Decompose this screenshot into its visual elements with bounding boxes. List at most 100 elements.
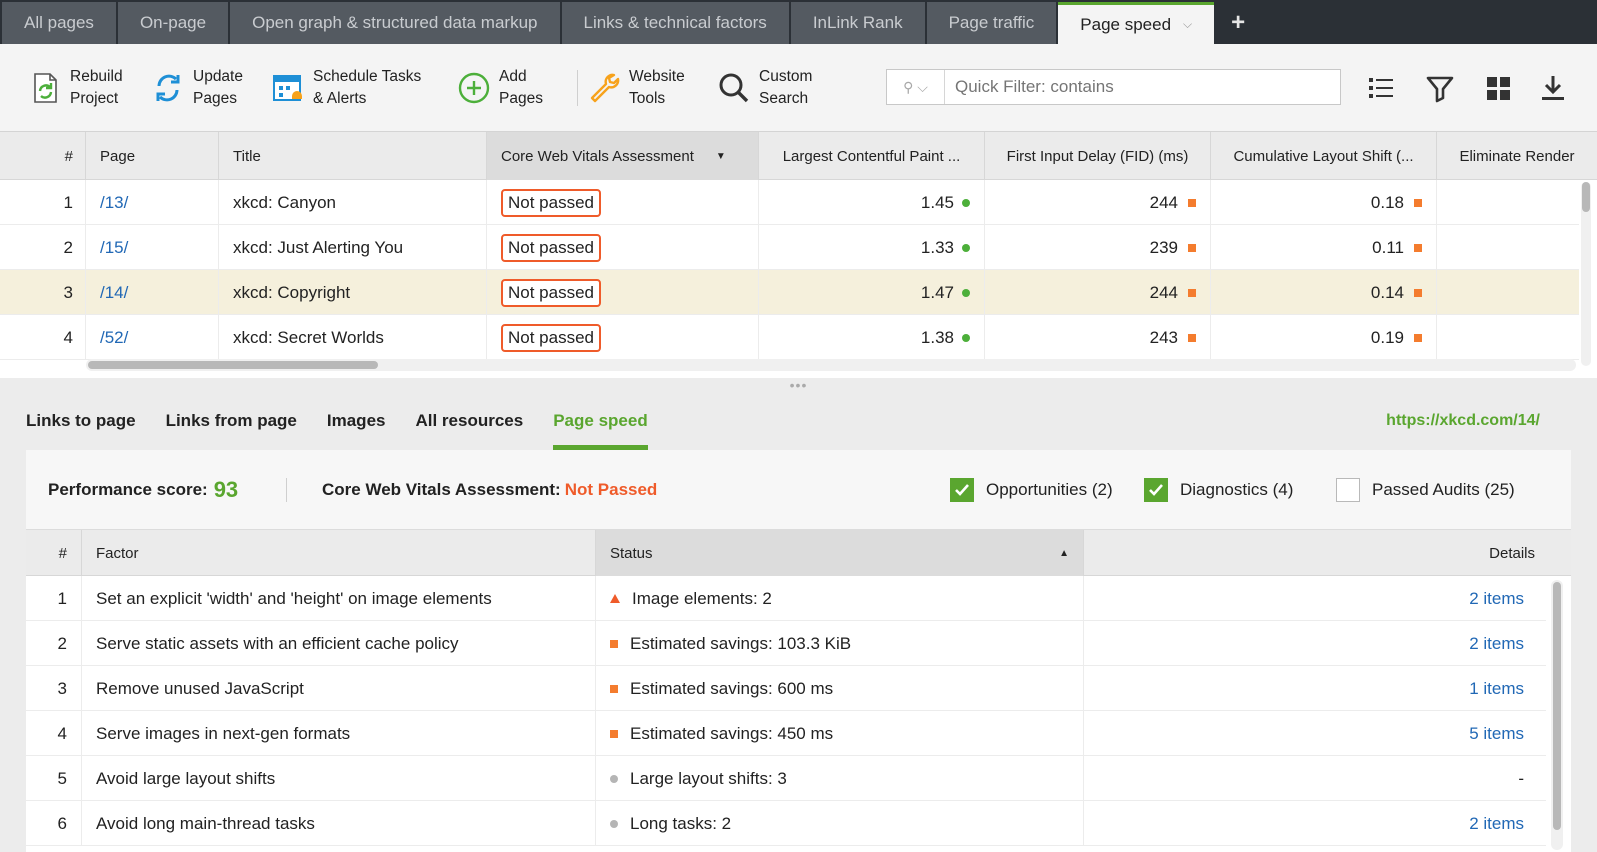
- page-url-link[interactable]: https://xkcd.com/14/: [1386, 392, 1540, 450]
- tab-links-from-page[interactable]: Links from page: [166, 392, 297, 450]
- cls-cell: 0.19: [1211, 315, 1437, 360]
- good-dot-icon: [962, 198, 970, 207]
- table-row[interactable]: 4 Serve images in next-gen formats Estim…: [26, 711, 1546, 756]
- scrollbar-thumb[interactable]: [88, 361, 378, 369]
- tab-links-technical[interactable]: Links & technical factors: [561, 2, 789, 44]
- col-factor[interactable]: Factor: [82, 530, 596, 576]
- col-fid[interactable]: First Input Delay (FID) (ms): [985, 132, 1211, 180]
- details-tabs: Links to page Links from page Images All…: [26, 392, 678, 450]
- cwv-cell: Not passed: [487, 270, 759, 315]
- scrollbar-thumb[interactable]: [1582, 182, 1590, 212]
- tab-label: Page traffic: [948, 13, 1035, 32]
- col-cwv[interactable]: Core Web Vitals Assessment ▼: [487, 132, 759, 180]
- cwv-assessment: Core Web Vitals Assessment: Not Passed: [322, 450, 657, 530]
- warning-square-icon: [1414, 243, 1422, 252]
- tab-page-speed-details[interactable]: Page speed: [553, 392, 648, 450]
- page-title-cell: xkcd: Copyright: [219, 270, 487, 315]
- col-status[interactable]: Status ▲: [596, 530, 1084, 576]
- refresh-icon: [156, 74, 180, 102]
- cwv-cell: Not passed: [487, 180, 759, 225]
- lcp-value: 1.47: [920, 282, 954, 302]
- details-empty: -: [1518, 768, 1524, 788]
- page-link[interactable]: /52/: [86, 315, 219, 360]
- details-link[interactable]: 5 items: [1084, 711, 1546, 756]
- col-page[interactable]: Page: [86, 132, 219, 180]
- tab-images[interactable]: Images: [327, 392, 386, 450]
- tab-all-pages[interactable]: All pages: [2, 2, 116, 44]
- status-text: Estimated savings: 103.3 KiB: [630, 633, 852, 653]
- table-row[interactable]: 1 Set an explicit 'width' and 'height' o…: [26, 576, 1546, 621]
- table-row[interactable]: 4 /52/ xkcd: Secret Worlds Not passed 1.…: [0, 315, 1579, 360]
- panel-splitter[interactable]: •••: [0, 377, 1597, 393]
- page-link[interactable]: /13/: [86, 180, 219, 225]
- row-num: 2: [0, 225, 86, 270]
- rebuild-project-button[interactable]: Rebuild Project: [28, 66, 130, 110]
- details-link[interactable]: 2 items: [1084, 801, 1546, 846]
- diagnostics-checkbox[interactable]: Diagnostics (4): [1144, 477, 1293, 503]
- warning-square-icon: [1188, 288, 1196, 297]
- horizontal-scrollbar[interactable]: [86, 359, 1576, 371]
- details-link[interactable]: 2 items: [1084, 576, 1546, 621]
- download-icon[interactable]: [1538, 73, 1568, 103]
- status-badge: Not passed: [501, 278, 601, 307]
- vertical-scrollbar[interactable]: [1581, 182, 1591, 366]
- chevron-down-icon[interactable]: ⌵: [1183, 17, 1192, 32]
- col-render[interactable]: Eliminate Render: [1437, 132, 1597, 180]
- scrollbar-thumb[interactable]: [1553, 582, 1561, 830]
- col-cls[interactable]: Cumulative Layout Shift (...: [1211, 132, 1437, 180]
- details-link[interactable]: 1 items: [1084, 666, 1546, 711]
- opportunities-checkbox[interactable]: Opportunities (2): [950, 477, 1113, 503]
- col-lcp[interactable]: Largest Contentful Paint ...: [759, 132, 985, 180]
- custom-search-button[interactable]: Custom Search: [717, 66, 819, 110]
- tab-open-graph[interactable]: Open graph & structured data markup: [230, 2, 560, 44]
- schedule-label: Schedule Tasks & Alerts: [313, 68, 422, 107]
- add-label: Add Pages: [499, 68, 543, 107]
- factors-header: # Factor Status ▲ Details: [26, 530, 1571, 576]
- filter-icon[interactable]: [1425, 73, 1455, 103]
- update-pages-button[interactable]: Update Pages: [151, 66, 253, 110]
- warning-square-icon: [1414, 288, 1422, 297]
- add-pages-button[interactable]: Add Pages: [457, 66, 549, 110]
- lcp-value: 1.45: [920, 192, 954, 212]
- vertical-scrollbar[interactable]: [1551, 580, 1563, 850]
- table-row[interactable]: 2 Serve static assets with an efficient …: [26, 621, 1546, 666]
- table-row[interactable]: 2 /15/ xkcd: Just Alerting You Not passe…: [0, 225, 1579, 270]
- warning-square-icon: [610, 684, 618, 693]
- col-num[interactable]: #: [0, 132, 86, 180]
- table-row[interactable]: 1 /13/ xkcd: Canyon Not passed 1.45 244 …: [0, 180, 1579, 225]
- tab-on-page[interactable]: On-page: [117, 2, 229, 44]
- tab-all-resources[interactable]: All resources: [415, 392, 523, 450]
- passed-audits-checkbox[interactable]: Passed Audits (25): [1336, 477, 1515, 503]
- schedule-tasks-button[interactable]: Schedule Tasks & Alerts: [271, 66, 433, 110]
- lcp-cell: 1.47: [759, 270, 985, 315]
- add-circle-icon: [458, 72, 490, 104]
- tab-label: On-page: [139, 13, 207, 32]
- factors-table: # Factor Status ▲ Details 1 Set an explic…: [26, 530, 1571, 852]
- tab-links-to-page[interactable]: Links to page: [26, 392, 136, 450]
- good-dot-icon: [962, 288, 970, 297]
- row-num: 1: [0, 180, 86, 225]
- page-link[interactable]: /15/: [86, 225, 219, 270]
- tab-page-speed[interactable]: Page speed ⌵: [1058, 2, 1215, 44]
- page-link[interactable]: /14/: [86, 270, 219, 315]
- add-tab-icon[interactable]: +: [1216, 2, 1260, 44]
- details-link[interactable]: 2 items: [1084, 621, 1546, 666]
- col-title[interactable]: Title: [219, 132, 487, 180]
- performance-label: Performance score:: [48, 480, 208, 499]
- col-details[interactable]: Details: [1084, 530, 1571, 576]
- col-num[interactable]: #: [26, 530, 82, 576]
- search-icon[interactable]: ⚲ ⌵: [887, 70, 945, 104]
- table-row-selected[interactable]: 3 /14/ xkcd: Copyright Not passed 1.47 2…: [0, 270, 1579, 315]
- grid-view-icon[interactable]: [1484, 73, 1514, 103]
- table-row[interactable]: 5 Avoid large layout shifts Large layout…: [26, 756, 1546, 801]
- tab-inlink-rank[interactable]: InLink Rank: [790, 2, 925, 44]
- quick-filter-input[interactable]: [945, 70, 1340, 104]
- row-num: 2: [26, 621, 82, 666]
- table-row[interactable]: 3 Remove unused JavaScript Estimated sav…: [26, 666, 1546, 711]
- table-header: # Page Title Core Web Vitals Assessment ▼…: [0, 132, 1597, 180]
- table-row[interactable]: 6 Avoid long main-thread tasks Long task…: [26, 801, 1546, 846]
- tab-page-traffic[interactable]: Page traffic: [926, 2, 1057, 44]
- list-view-icon[interactable]: [1366, 73, 1396, 103]
- website-tools-button[interactable]: Website Tools: [587, 66, 693, 110]
- factor-status: Estimated savings: 450 ms: [596, 711, 1084, 756]
